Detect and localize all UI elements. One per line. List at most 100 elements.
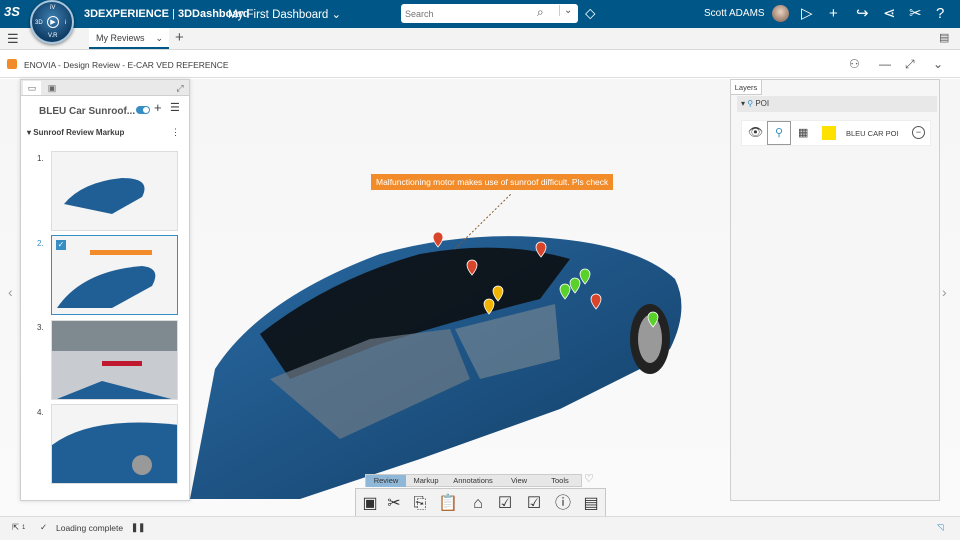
chevron-down-icon: ⌄ <box>331 9 342 21</box>
help-icon[interactable]: ? <box>936 5 944 23</box>
annotation-callout[interactable]: Malfunctioning motor makes use of sunroo… <box>371 174 614 190</box>
tab-my-reviews[interactable]: My Reviews ⌄ <box>89 28 169 49</box>
panel-tab-clipboard-icon[interactable]: ▣ <box>43 81 61 95</box>
expand-icon[interactable]: ⤢ <box>171 81 189 95</box>
layer-label: BLEU CAR POI <box>846 129 899 138</box>
play-icon[interactable]: ▶ <box>47 16 59 28</box>
tab-label: My Reviews <box>96 33 145 43</box>
thumb-number: 3. <box>37 323 44 332</box>
add-tab-icon[interactable]: + <box>175 29 184 46</box>
checkbox-icon[interactable]: ☑ <box>522 492 546 516</box>
dashboard-title[interactable]: My First Dashboard ⌄ <box>228 7 341 21</box>
thumb-number: 2. <box>37 239 44 248</box>
chevron-right-icon[interactable]: › <box>942 284 947 300</box>
section-header[interactable]: ▾ Sunroof Review Markup <box>27 128 124 137</box>
section-title: Sunroof Review Markup <box>33 128 125 137</box>
review-play-icon[interactable]: ▣ <box>358 492 382 516</box>
tab-bar: ☰ My Reviews ⌄ + ▤ <box>0 28 960 50</box>
checkbox-checked-icon[interactable]: ✓ <box>56 240 66 250</box>
compass[interactable]: iV 3D i V.R ▶ <box>30 0 74 44</box>
dashboard-title-text: My First Dashboard <box>228 9 329 21</box>
collapse-toolbar-icon[interactable]: ♡ <box>584 472 594 485</box>
toolbar: ▣ ✂ ⎘ 📋 ⌂ ☑ ☑ ⓘ ▤ <box>355 488 606 518</box>
brand: 3DEXPERIENCE | 3DDashboard <box>84 8 250 20</box>
tag-icon[interactable]: ⬦ <box>585 5 596 23</box>
compass-west-label: 3D <box>35 20 43 26</box>
toolbar-tabs: Review Markup Annotations View Tools <box>365 474 582 487</box>
more-icon[interactable]: ⋮ <box>171 127 180 138</box>
poi-pin-icon: ⚲ <box>747 99 754 108</box>
menu-icon[interactable]: ☰ <box>7 31 19 47</box>
color-swatch[interactable] <box>822 126 836 140</box>
chevron-down-icon[interactable]: ⌄ <box>155 28 163 48</box>
chevron-down-icon[interactable]: ⌄ <box>933 57 943 71</box>
chat-icon[interactable]: ▤ <box>939 31 949 44</box>
review-thumbnail-3[interactable] <box>51 320 178 400</box>
check-icon: ✓ <box>40 522 48 532</box>
tools-icon[interactable]: ✂ <box>909 5 922 23</box>
home-icon[interactable]: ⌂ <box>466 492 490 516</box>
user-name[interactable]: Scott ADAMS <box>704 8 765 19</box>
cursor-counter: 1 <box>22 525 26 531</box>
tab-annotations[interactable]: Annotations <box>446 475 500 487</box>
layers-panel: Layers ▾ ⚲ POI 👁 ⚲ ▦ BLEU CAR POI − <box>730 79 940 501</box>
review-thumbnail-4[interactable] <box>51 404 178 484</box>
expand-panel-icon[interactable]: ◹ <box>937 522 944 533</box>
pin-icon[interactable]: ⚲ <box>767 121 791 145</box>
add-icon[interactable]: + <box>154 100 162 115</box>
top-bar: 3S iV 3D i V.R ▶ 3DEXPERIENCE | 3DDashbo… <box>0 0 960 44</box>
eye-icon[interactable]: 👁 <box>748 125 763 139</box>
chevron-left-icon[interactable]: ‹ <box>8 284 13 300</box>
panel-tabs: ▭ ▣ ⤢ <box>21 80 189 96</box>
poi-group[interactable]: ▾ ⚲ POI <box>737 96 937 112</box>
layers-tab[interactable]: Layers <box>731 80 762 95</box>
app-icon <box>7 59 17 69</box>
thumb-number: 4. <box>37 408 44 417</box>
tab-markup[interactable]: Markup <box>408 475 444 487</box>
avatar[interactable] <box>772 5 789 22</box>
list-color-icon[interactable]: ▦ <box>798 126 808 139</box>
copy-icon[interactable]: ⎘ <box>408 492 432 516</box>
compass-south-label: V.R <box>48 33 58 39</box>
panel-tab-list-icon[interactable]: ▭ <box>23 81 41 95</box>
brand-name: 3DEXPERIENCE <box>84 8 169 20</box>
paste-icon[interactable]: 📋 <box>436 492 460 516</box>
status-bar: ⇱ 1 ✓ Loading complete ❚❚ ◹ <box>0 516 960 540</box>
network-icon[interactable]: ⋖ <box>883 5 896 23</box>
review-thumbnail-2[interactable]: ✓ <box>51 235 178 315</box>
search-icon[interactable]: ⌕ <box>537 5 544 20</box>
tab-tools[interactable]: Tools <box>540 475 580 487</box>
pause-icon[interactable]: ❚❚ <box>131 522 145 533</box>
tab-view[interactable]: View <box>502 475 536 487</box>
add-icon[interactable]: + <box>829 5 838 23</box>
share-icon[interactable]: ↪ <box>856 5 869 23</box>
tab-review[interactable]: Review <box>366 475 406 487</box>
clipboard-check-icon[interactable]: ☑ <box>493 492 517 516</box>
ds-logo[interactable]: 3S <box>4 4 20 19</box>
layer-row: 👁 ⚲ ▦ BLEU CAR POI − <box>741 120 931 146</box>
compass-east-label: i <box>65 20 67 26</box>
compass-top-label: iV <box>50 5 56 11</box>
review-thumbnail-1[interactable] <box>51 151 178 231</box>
cursor-icon[interactable]: ⇱ <box>12 522 19 533</box>
cut-icon[interactable]: ✂ <box>382 492 406 516</box>
capture-icon[interactable]: ▤ <box>579 492 603 516</box>
collapse-icon: ▾ <box>27 128 32 137</box>
poi-group-label: POI <box>755 99 770 108</box>
compass-app-icon[interactable]: ▷ <box>801 5 813 23</box>
minimize-icon[interactable]: — <box>879 57 891 71</box>
fullscreen-icon[interactable]: ⤢ <box>905 57 915 72</box>
thumb-number: 1. <box>37 154 44 163</box>
review-panel: ▭ ▣ ⤢ BLEU Car Sunroof... + ☰ ▾ Sunroof … <box>20 79 190 501</box>
search-box: ⌕ ⌄ <box>401 4 578 23</box>
menu-icon[interactable]: ☰ <box>170 101 180 114</box>
user-settings-icon[interactable]: ⚇ <box>849 57 860 71</box>
page-title: ENOVIA - Design Review - E-CAR VED REFER… <box>24 60 229 70</box>
search-dropdown-icon[interactable]: ⌄ <box>559 5 572 16</box>
remove-icon[interactable]: − <box>912 126 925 139</box>
alert-icon[interactable]: ⓘ <box>551 492 575 516</box>
search-input[interactable] <box>405 6 530 21</box>
brand-separator: | <box>168 8 178 20</box>
status-text: Loading complete <box>56 523 124 533</box>
toggle-switch[interactable] <box>136 106 150 114</box>
